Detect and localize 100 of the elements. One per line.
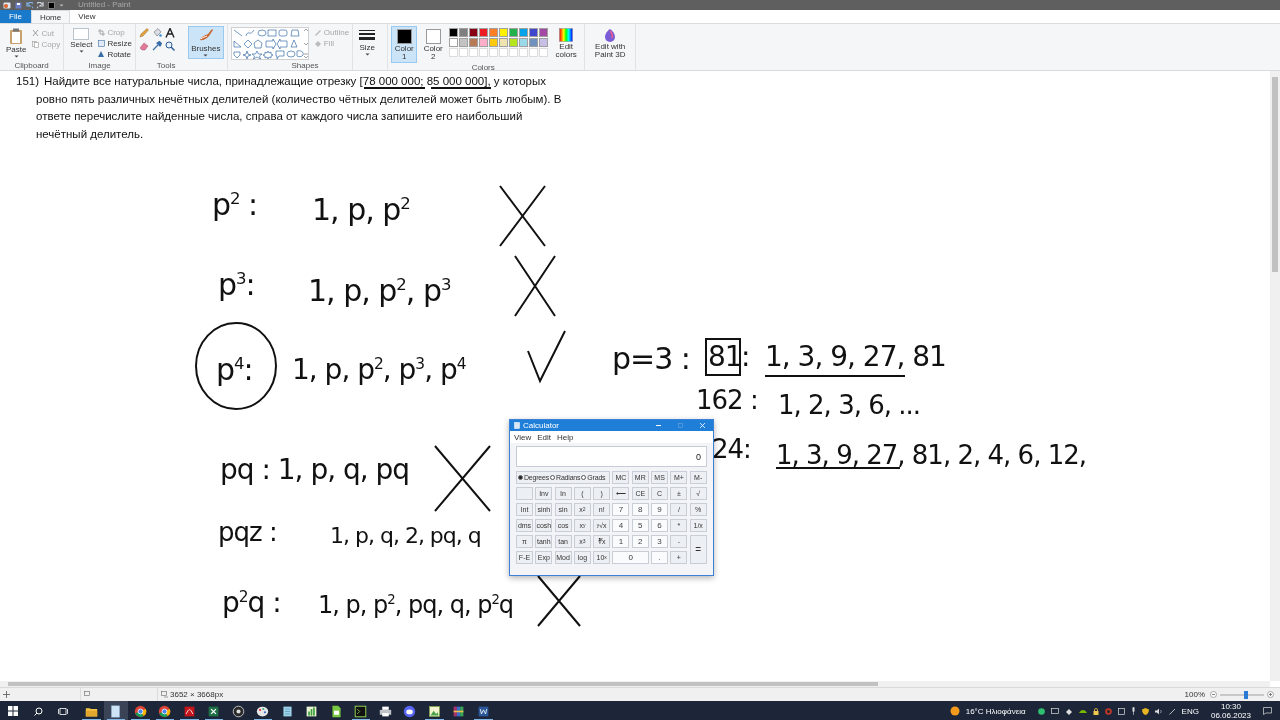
text-icon[interactable] — [164, 28, 175, 38]
keypad-key[interactable]: 1 — [612, 535, 630, 548]
clock-date[interactable]: 06.06.2023 — [1210, 711, 1251, 720]
color-swatch[interactable] — [489, 28, 499, 37]
color-swatch[interactable] — [469, 28, 479, 37]
color-picker-icon[interactable] — [151, 41, 162, 51]
image-size-icon — [161, 691, 168, 698]
calculator-display: 0 — [516, 446, 707, 467]
paste-button[interactable]: Paste — [3, 26, 30, 60]
keypad-key[interactable]: 2 — [631, 535, 649, 548]
keypad-key[interactable]: 4 — [612, 519, 630, 532]
keypad-key[interactable]: 5 — [631, 519, 649, 532]
keypad-key[interactable]: 3 — [651, 535, 669, 548]
group-label: Tools — [156, 61, 176, 70]
windows-icon — [8, 706, 18, 716]
color-swatch[interactable] — [519, 38, 529, 47]
keypad-key[interactable]: 0 — [612, 551, 649, 564]
zoom-level: 100% — [1184, 690, 1205, 699]
ribbon-tab[interactable]: File — [0, 10, 31, 23]
undo-icon[interactable] — [26, 1, 33, 9]
color-swatch[interactable] — [489, 38, 499, 47]
ribbon-tab[interactable]: Home — [30, 10, 71, 23]
color-swatch[interactable] — [509, 38, 519, 47]
language-indicator[interactable]: ENG — [1181, 706, 1199, 716]
brushes-button[interactable]: Brushes — [187, 26, 224, 59]
color-swatch[interactable] — [459, 38, 469, 47]
horizontal-scrollbar[interactable] — [0, 681, 1270, 687]
menu-item[interactable]: Help — [557, 432, 574, 442]
color-swatch[interactable] — [469, 38, 479, 47]
edit-colors-button[interactable]: Edit colors — [551, 26, 582, 61]
clock-time[interactable]: 10:30 — [1220, 702, 1241, 711]
caret-icon — [13, 55, 19, 58]
select-button[interactable]: Select — [67, 26, 96, 55]
printer-icon — [378, 704, 392, 718]
magnifier-icon[interactable] — [164, 41, 175, 51]
color-swatch[interactable] — [539, 38, 549, 47]
browser-icon — [158, 704, 172, 718]
color-swatch[interactable] — [509, 28, 519, 37]
color-swatch-icon[interactable] — [48, 1, 55, 9]
taskbar-app[interactable] — [103, 701, 128, 720]
pencil-icon[interactable] — [138, 28, 149, 38]
reader-icon — [182, 704, 196, 718]
color-select-button[interactable]: Color 2 — [420, 26, 447, 63]
zoom-in-icon[interactable] — [1267, 691, 1274, 698]
search-icon — [33, 706, 43, 716]
minimize-icon — [655, 425, 661, 426]
handwritten-note: 1, p, p$^{2}$ — [312, 191, 410, 226]
color-swatch[interactable] — [529, 38, 539, 47]
handwritten-note: 24: — [712, 433, 751, 465]
zoom-out-icon[interactable] — [1210, 691, 1217, 698]
color-swatch[interactable] — [529, 28, 539, 37]
lock-icon — [1092, 707, 1099, 715]
keypad-key[interactable]: . — [651, 551, 669, 564]
caret-icon — [203, 54, 209, 57]
droplet-icon — [603, 28, 618, 42]
slider-thumb[interactable] — [1244, 690, 1249, 699]
keypad-key[interactable]: 9 — [651, 503, 669, 516]
color-swatch[interactable] — [479, 28, 489, 37]
ribbon-button[interactable]: Resize — [98, 39, 132, 48]
color-swatch[interactable] — [539, 28, 549, 37]
keypad-key[interactable]: 6 — [651, 519, 669, 532]
monitor-icon — [1050, 707, 1059, 715]
menu-item[interactable]: View — [514, 432, 532, 442]
browser-icon — [133, 704, 147, 718]
microphone-icon — [1130, 707, 1136, 715]
color-swatch[interactable] — [499, 38, 509, 47]
notification-icon[interactable] — [1263, 707, 1272, 715]
color-swatch[interactable] — [479, 38, 489, 47]
calculator-title-bar[interactable]: Calculator — [510, 420, 713, 431]
color-swatch[interactable] — [499, 28, 509, 37]
rotate-icon — [98, 51, 106, 58]
handwritten-note: 1, p, q, 2, pq, q — [330, 522, 481, 550]
save-icon[interactable] — [15, 1, 22, 9]
size-button[interactable]: Size — [356, 27, 379, 58]
handwritten-note: pqz : — [218, 516, 277, 548]
pen-icon[interactable] — [1168, 707, 1176, 715]
handwritten-note: 1, 3, 9, 27, 81 — [765, 341, 946, 373]
paint-3d-button[interactable]: Edit with Paint 3D — [588, 26, 633, 61]
color-swatch[interactable] — [449, 38, 459, 47]
copy-icon — [32, 41, 40, 48]
keypad-key[interactable]: = — [689, 535, 707, 564]
color-swatch[interactable] — [519, 28, 529, 37]
vertical-scrollbar[interactable] — [1270, 71, 1280, 681]
color-select-button[interactable]: Color 1 — [391, 26, 418, 63]
zoom-slider[interactable] — [1220, 693, 1264, 696]
speaker-icon[interactable] — [1154, 707, 1163, 715]
caret-icon[interactable] — [59, 3, 64, 7]
chart-icon — [305, 704, 319, 718]
shape-gallery[interactable] — [230, 27, 309, 60]
handwritten-note: 1, 2, 3, 6, ... — [778, 389, 921, 421]
keypad-key[interactable]: 8 — [631, 503, 649, 516]
menu-item[interactable]: Edit — [537, 432, 551, 442]
color-swatch[interactable] — [449, 28, 459, 37]
eraser-icon[interactable] — [138, 41, 149, 51]
keypad-key[interactable]: 7 — [612, 503, 630, 516]
ribbon-button[interactable]: Rotate — [98, 50, 132, 59]
redo-icon[interactable] — [37, 1, 44, 9]
color-swatch[interactable] — [459, 28, 469, 37]
handwritten-note: p$^{3}$: — [218, 266, 255, 301]
selection-icon — [73, 28, 90, 40]
